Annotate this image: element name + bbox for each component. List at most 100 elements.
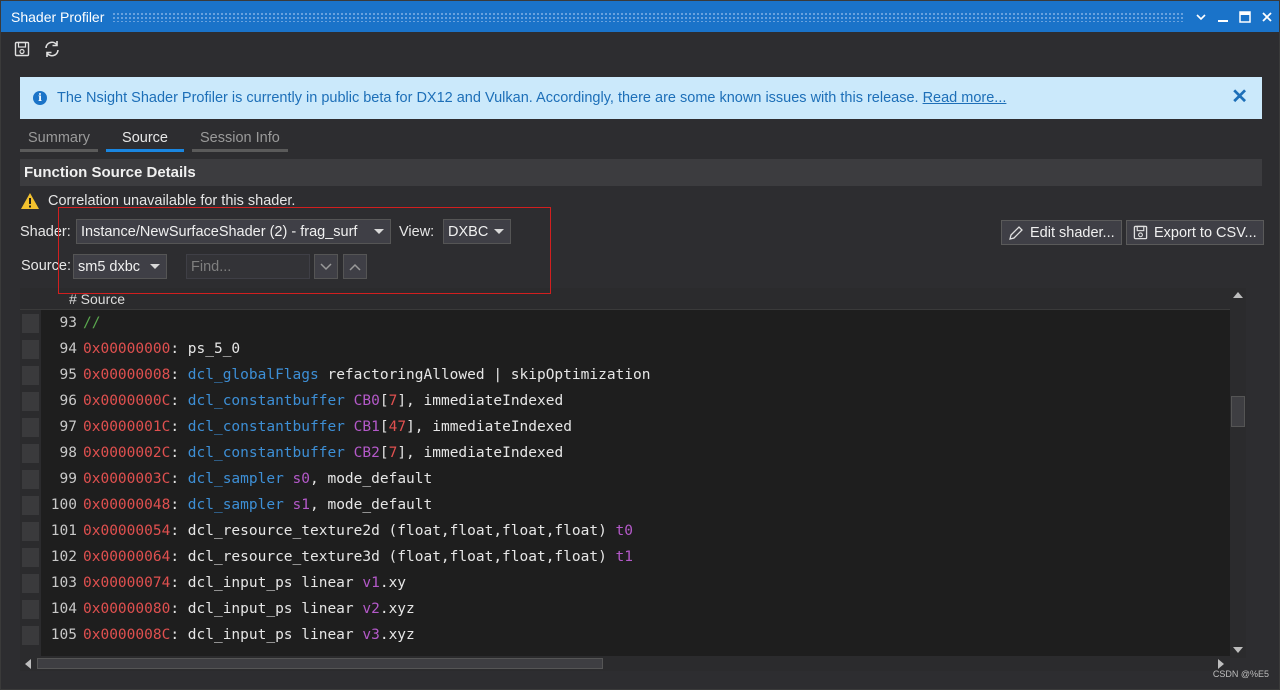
code-token: v2 bbox=[362, 601, 380, 617]
code-line[interactable]: 99 0x0000003C: dcl_sampler s0, mode_defau… bbox=[41, 466, 433, 492]
find-prev-button[interactable] bbox=[343, 254, 367, 279]
line-marker[interactable] bbox=[22, 444, 39, 463]
title-bar[interactable]: Shader Profiler bbox=[1, 1, 1279, 32]
scroll-left-icon[interactable] bbox=[25, 659, 31, 669]
line-marker[interactable] bbox=[22, 340, 39, 359]
line-marker[interactable] bbox=[22, 314, 39, 333]
code-line[interactable]: 105 0x0000008C: dcl_input_ps linear v3 .xy… bbox=[41, 622, 415, 648]
code-token: refactoringAllowed | skipOptimization bbox=[318, 367, 651, 383]
code-line[interactable]: 104 0x00000080: dcl_input_ps linear v2 .xy… bbox=[41, 596, 415, 622]
shader-dropdown[interactable]: Instance/NewSurfaceShader (2) - frag_sur… bbox=[76, 219, 391, 244]
code-line[interactable]: 93 // bbox=[41, 310, 101, 336]
chevron-up-icon bbox=[349, 263, 361, 271]
code-token: : dcl_input_ps linear bbox=[170, 601, 363, 617]
line-marker[interactable] bbox=[22, 522, 39, 541]
code-token: t1 bbox=[615, 549, 633, 565]
line-marker[interactable] bbox=[22, 600, 39, 619]
code-line[interactable]: 95 0x00000008: dcl_globalFlags refactorin… bbox=[41, 362, 651, 388]
code-line[interactable]: 101 0x00000054: dcl_resource_texture2d (f… bbox=[41, 518, 633, 544]
horizontal-scroll-thumb[interactable] bbox=[37, 658, 603, 669]
source-label: Source: bbox=[21, 258, 71, 274]
code-token: .xyz bbox=[379, 627, 415, 643]
code-token: : bbox=[170, 471, 188, 487]
gutter bbox=[20, 310, 41, 658]
scroll-down-icon[interactable] bbox=[1233, 647, 1243, 653]
tab-source[interactable]: Source bbox=[106, 126, 184, 152]
line-number: 97 bbox=[59, 419, 77, 435]
line-number: 102 bbox=[50, 549, 77, 565]
line-marker[interactable] bbox=[22, 470, 39, 489]
code-token: , mode_default bbox=[310, 497, 433, 513]
code-token: : dcl_resource_texture2d (float,float,fl… bbox=[170, 523, 616, 539]
find-input[interactable]: Find... bbox=[186, 254, 310, 279]
code-token: [ bbox=[379, 393, 389, 409]
chevron-down-icon bbox=[374, 229, 384, 234]
code-token: : bbox=[170, 367, 188, 383]
line-marker[interactable] bbox=[22, 418, 39, 437]
tab-summary[interactable]: Summary bbox=[20, 126, 99, 152]
vertical-scroll-thumb[interactable] bbox=[1231, 396, 1245, 427]
close-icon[interactable]: ✕ bbox=[1231, 87, 1248, 107]
shader-label: Shader: bbox=[20, 224, 71, 240]
window-menu-icon[interactable] bbox=[1191, 7, 1211, 27]
code-token: ], immediateIndexed bbox=[406, 419, 572, 435]
code-token: : dcl_input_ps linear bbox=[170, 627, 363, 643]
code-line[interactable]: 96 0x0000000C: dcl_constantbuffer CB0[7],… bbox=[41, 388, 564, 414]
title-grip bbox=[112, 11, 1183, 22]
maximize-icon[interactable] bbox=[1235, 7, 1255, 27]
line-marker[interactable] bbox=[22, 548, 39, 567]
read-more-link[interactable]: Read more... bbox=[923, 90, 1007, 106]
line-number: 105 bbox=[50, 627, 77, 643]
instruction-address: 0x00000008 bbox=[83, 367, 171, 383]
scroll-up-icon[interactable] bbox=[1233, 292, 1243, 298]
edit-shader-button[interactable]: Edit shader... bbox=[1001, 220, 1122, 245]
code-token: , mode_default bbox=[310, 471, 433, 487]
source-code-view[interactable]: # Source 93 // 94 0x00000000: ps_5_0 95 0x000… bbox=[20, 288, 1246, 658]
scroll-right-icon[interactable] bbox=[1218, 659, 1224, 669]
line-marker[interactable] bbox=[22, 496, 39, 515]
close-window-icon[interactable] bbox=[1257, 7, 1277, 27]
code-line[interactable]: 100 0x00000048: dcl_sampler s1, mode_defa… bbox=[41, 492, 432, 518]
code-token: : ps_5_0 bbox=[170, 341, 241, 357]
refresh-icon[interactable] bbox=[41, 39, 63, 59]
view-label: View: bbox=[399, 224, 435, 240]
export-csv-label: Export to CSV... bbox=[1154, 224, 1257, 241]
code-line[interactable]: 98 0x0000002C: dcl_constantbuffer CB2[7],… bbox=[41, 440, 564, 466]
save-icon[interactable] bbox=[11, 39, 33, 59]
line-marker[interactable] bbox=[22, 574, 39, 593]
vertical-scrollbar[interactable] bbox=[1230, 288, 1246, 658]
line-number: 103 bbox=[50, 575, 77, 591]
line-number: 96 bbox=[59, 393, 77, 409]
code-token: dcl_globalFlags bbox=[187, 367, 319, 383]
export-csv-button[interactable]: Export to CSV... bbox=[1126, 220, 1264, 245]
line-marker[interactable] bbox=[22, 626, 39, 645]
line-number: 98 bbox=[59, 445, 77, 461]
line-marker[interactable] bbox=[22, 392, 39, 411]
warning-row: Correlation unavailable for this shader. bbox=[20, 192, 295, 210]
code-token: : dcl_input_ps linear bbox=[170, 575, 363, 591]
code-line[interactable]: 97 0x0000001C: dcl_constantbuffer CB1[47]… bbox=[41, 414, 572, 440]
code-token: [ bbox=[379, 419, 389, 435]
code-token: CB1 bbox=[353, 419, 380, 435]
info-icon: i bbox=[33, 91, 47, 105]
line-number: 101 bbox=[50, 523, 77, 539]
tab-session-info[interactable]: Session Info bbox=[192, 126, 288, 152]
code-token: ], immediateIndexed bbox=[397, 445, 564, 461]
source-dropdown[interactable]: sm5 dxbc bbox=[73, 254, 167, 279]
view-dropdown[interactable]: DXBC bbox=[443, 219, 511, 244]
code-line[interactable]: 94 0x00000000: ps_5_0 bbox=[41, 336, 241, 362]
info-message: The Nsight Shader Profiler is currently … bbox=[57, 90, 919, 106]
code-line[interactable]: 102 0x00000064: dcl_resource_texture3d (f… bbox=[41, 544, 633, 570]
instruction-address: 0x0000002C bbox=[83, 445, 171, 461]
code-token: : bbox=[170, 419, 188, 435]
minimize-icon[interactable] bbox=[1213, 7, 1233, 27]
code-token: CB0 bbox=[353, 393, 380, 409]
find-next-button[interactable] bbox=[314, 254, 338, 279]
instruction-address: 0x00000000 bbox=[83, 341, 171, 357]
code-token: dcl_sampler bbox=[187, 471, 284, 487]
shader-dropdown-value: Instance/NewSurfaceShader (2) - frag_sur… bbox=[81, 223, 358, 240]
line-marker[interactable] bbox=[22, 366, 39, 385]
code-line[interactable]: 103 0x00000074: dcl_input_ps linear v1 .xy bbox=[41, 570, 406, 596]
